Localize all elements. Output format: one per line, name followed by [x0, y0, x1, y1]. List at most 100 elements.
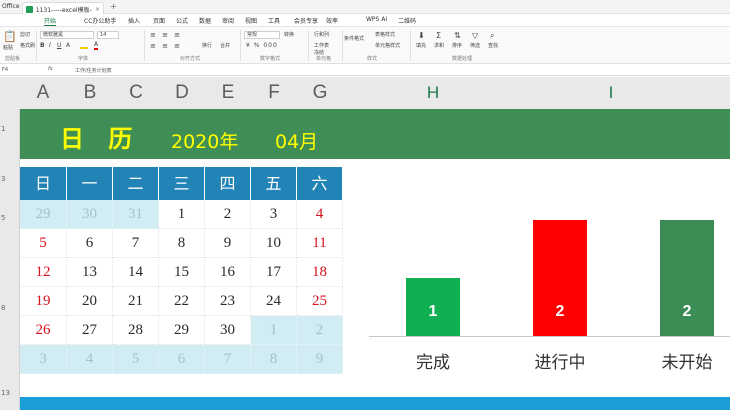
- calendar-day-cell[interactable]: 2: [205, 200, 251, 229]
- column-header-cell[interactable]: D: [159, 77, 205, 109]
- column-header-cell[interactable]: A: [20, 77, 66, 109]
- wrap-text-button[interactable]: 换行: [202, 42, 212, 49]
- font-size-select[interactable]: 14: [97, 31, 119, 39]
- bold-icon[interactable]: B: [40, 42, 45, 49]
- calendar-day-cell[interactable]: 25: [297, 287, 343, 316]
- calendar-day-cell[interactable]: 3: [251, 200, 297, 229]
- menu-item[interactable]: CC办公助手: [84, 16, 116, 25]
- sort-button[interactable]: 排序: [452, 42, 462, 49]
- calendar-day-cell[interactable]: 5: [113, 345, 159, 374]
- calendar-day-cell[interactable]: 13: [67, 258, 113, 287]
- calendar-day-cell[interactable]: 30: [67, 200, 113, 229]
- row-number[interactable]: 5: [0, 214, 20, 222]
- convert-button[interactable]: 转换: [284, 31, 294, 38]
- column-header-cell[interactable]: B: [67, 77, 113, 109]
- calendar-day-cell[interactable]: 18: [297, 258, 343, 287]
- calendar-day-cell[interactable]: 8: [251, 345, 297, 374]
- number-format-select[interactable]: 常规: [244, 31, 280, 39]
- paste-icon[interactable]: 📋: [3, 30, 17, 43]
- calendar-day-cell[interactable]: 5: [20, 229, 67, 258]
- fill-icon[interactable]: ⬇: [418, 31, 425, 40]
- column-header-cell[interactable]: E: [205, 77, 251, 109]
- row-number[interactable]: 8: [0, 304, 20, 312]
- calendar-day-cell[interactable]: 15: [159, 258, 205, 287]
- menu-item[interactable]: 开始: [44, 16, 57, 26]
- calendar-day-cell[interactable]: 29: [159, 316, 205, 345]
- calendar-day-cell[interactable]: 26: [20, 316, 67, 345]
- italic-icon[interactable]: I: [49, 42, 51, 49]
- menu-item[interactable]: 页面: [153, 16, 165, 25]
- menu-item[interactable]: 数据: [199, 16, 211, 25]
- calendar-day-cell[interactable]: 23: [205, 287, 251, 316]
- rows-cols-button[interactable]: 行和列: [314, 31, 329, 38]
- menu-item[interactable]: 审阅: [222, 16, 234, 25]
- find-button[interactable]: 查找: [488, 42, 498, 49]
- calendar-day-cell[interactable]: 14: [113, 258, 159, 287]
- calendar-day-cell[interactable]: 27: [67, 316, 113, 345]
- merge-button[interactable]: 合并: [220, 42, 230, 49]
- calendar-day-cell[interactable]: 7: [205, 345, 251, 374]
- font-color-icon[interactable]: A: [94, 41, 99, 50]
- calendar-day-cell[interactable]: 9: [205, 229, 251, 258]
- calendar-day-cell[interactable]: 4: [297, 200, 343, 229]
- calendar-day-cell[interactable]: 30: [205, 316, 251, 345]
- calendar-day-cell[interactable]: 9: [297, 345, 343, 374]
- align-icon[interactable]: ≡ ≡ ≡: [150, 31, 182, 39]
- menu-item[interactable]: WPS AI: [366, 16, 387, 23]
- table-style-button[interactable]: 表格样式: [375, 31, 395, 38]
- menu-item[interactable]: 视图: [245, 16, 257, 25]
- column-header-cell[interactable]: G: [297, 77, 343, 109]
- sort-icon[interactable]: ⇅: [454, 31, 461, 40]
- calendar-day-cell[interactable]: 20: [67, 287, 113, 316]
- calendar-day-cell[interactable]: 31: [113, 200, 159, 229]
- menu-item[interactable]: 二维码: [398, 16, 416, 25]
- calendar-day-cell[interactable]: 1: [251, 316, 297, 345]
- calendar-day-cell[interactable]: 10: [251, 229, 297, 258]
- sum-icon[interactable]: Σ: [436, 31, 441, 40]
- document-tab[interactable]: 1131-----excel模板-进度管控 ×: [22, 2, 104, 14]
- strikethrough-icon[interactable]: A: [66, 42, 70, 49]
- calendar-day-cell[interactable]: 19: [20, 287, 67, 316]
- fill-button[interactable]: 填充: [416, 42, 426, 49]
- calendar-day-cell[interactable]: 16: [205, 258, 251, 287]
- column-header-cell[interactable]: H: [345, 77, 521, 109]
- column-header-cell[interactable]: F: [251, 77, 297, 109]
- row-number[interactable]: 1: [0, 125, 20, 133]
- calendar-day-cell[interactable]: 21: [113, 287, 159, 316]
- formula-input[interactable]: 工作/任务计划表: [75, 67, 112, 74]
- calendar-day-cell[interactable]: 2: [297, 316, 343, 345]
- name-box[interactable]: F4: [2, 67, 8, 73]
- sum-button[interactable]: 求和: [434, 42, 444, 49]
- calendar-day-cell[interactable]: 11: [297, 229, 343, 258]
- close-tab-icon[interactable]: ×: [95, 6, 100, 13]
- calendar-day-cell[interactable]: 6: [159, 345, 205, 374]
- menu-item[interactable]: 公式: [176, 16, 188, 25]
- calendar-day-cell[interactable]: 12: [20, 258, 67, 287]
- calendar-day-cell[interactable]: 1: [159, 200, 205, 229]
- search-icon[interactable]: ⌕: [490, 31, 494, 41]
- calendar-day-cell[interactable]: 17: [251, 258, 297, 287]
- menu-item[interactable]: 会员专享: [294, 16, 318, 25]
- menu-item[interactable]: 效率: [326, 16, 338, 25]
- number-format-icons[interactable]: ¥ % 000: [246, 42, 278, 49]
- calendar-day-cell[interactable]: 28: [113, 316, 159, 345]
- cell-style-button[interactable]: 单元格样式: [375, 42, 400, 49]
- calendar-day-cell[interactable]: 6: [67, 229, 113, 258]
- fill-color-icon[interactable]: [80, 42, 88, 49]
- align-horizontal-icon[interactable]: ≡ ≡ ≡: [150, 42, 182, 50]
- column-header-cell[interactable]: I: [521, 77, 701, 109]
- calendar-day-cell[interactable]: 8: [159, 229, 205, 258]
- row-number[interactable]: 3: [0, 175, 20, 183]
- conditional-format-button[interactable]: 条件格式: [344, 35, 364, 42]
- underline-icon[interactable]: U: [57, 42, 61, 49]
- calendar-day-cell[interactable]: 24: [251, 287, 297, 316]
- menu-item[interactable]: 插入: [128, 16, 140, 25]
- menu-item[interactable]: 工具: [268, 16, 280, 25]
- filter-icon[interactable]: ▽: [472, 31, 478, 40]
- format-painter-button[interactable]: 格式刷: [20, 42, 35, 49]
- paste-button[interactable]: 粘贴: [3, 44, 13, 51]
- font-name-select[interactable]: 微软雅黑: [40, 31, 94, 39]
- fx-icon[interactable]: fx: [48, 66, 53, 72]
- calendar-day-cell[interactable]: 3: [20, 345, 67, 374]
- new-tab-icon[interactable]: +: [110, 2, 117, 11]
